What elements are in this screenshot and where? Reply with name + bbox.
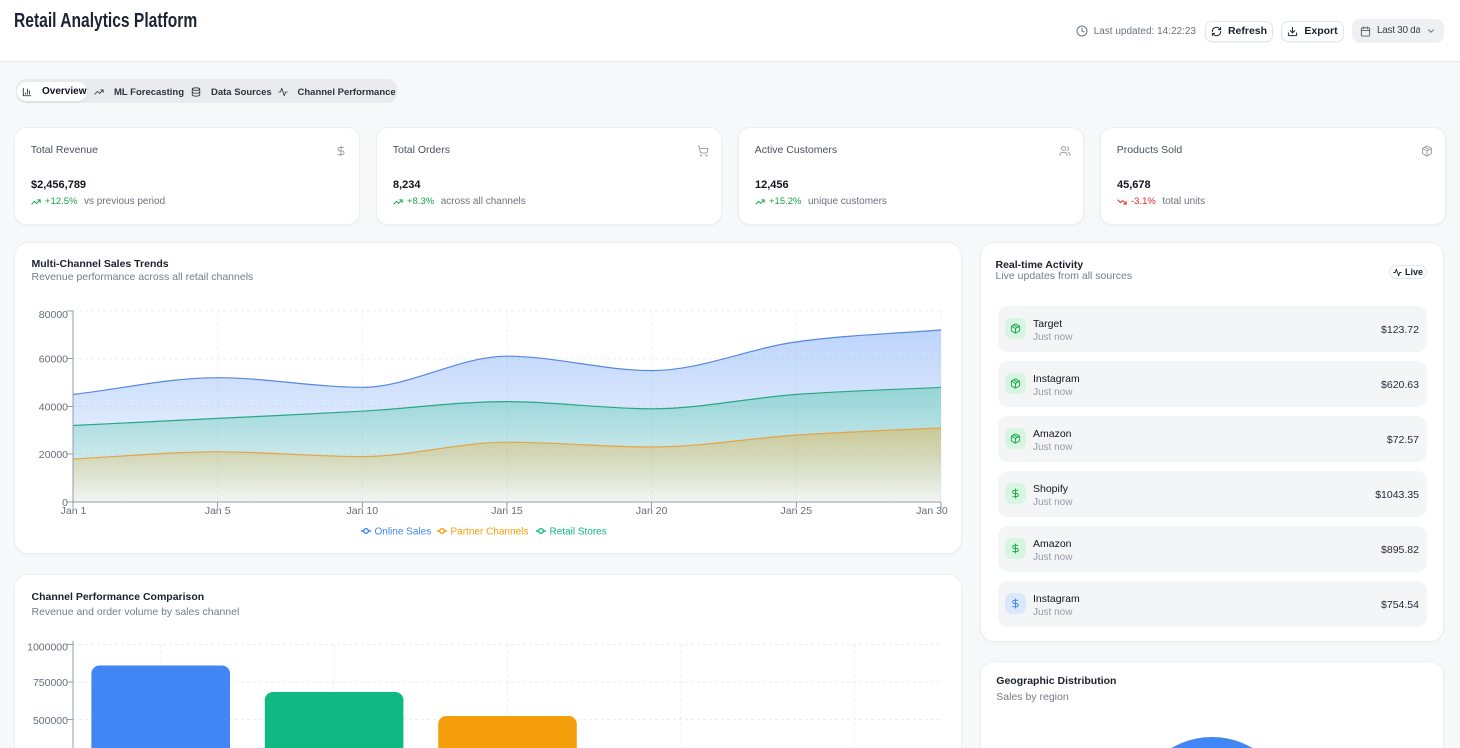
svg-text:500000: 500000	[33, 715, 68, 727]
svg-text:Jan 15: Jan 15	[491, 505, 523, 517]
svg-text:Partner Channels: Partner Channels	[451, 527, 529, 538]
svg-text:1000000: 1000000	[27, 642, 68, 654]
svg-text:40000: 40000	[39, 401, 68, 413]
svg-text:80000: 80000	[39, 309, 68, 321]
svg-text:Jan 25: Jan 25	[781, 505, 813, 517]
svg-text:60000: 60000	[39, 354, 68, 366]
svg-text:Jan 20: Jan 20	[636, 505, 668, 517]
svg-text:750000: 750000	[33, 677, 68, 689]
svg-text:20000: 20000	[39, 449, 68, 461]
svg-text:Jan 30: Jan 30	[916, 505, 948, 517]
svg-text:Jan 5: Jan 5	[205, 505, 231, 517]
svg-text:Online Sales: Online Sales	[375, 527, 432, 538]
svg-text:Retail Stores: Retail Stores	[550, 527, 607, 538]
svg-text:Jan 10: Jan 10	[347, 505, 379, 517]
svg-text:Jan 1: Jan 1	[61, 505, 87, 517]
